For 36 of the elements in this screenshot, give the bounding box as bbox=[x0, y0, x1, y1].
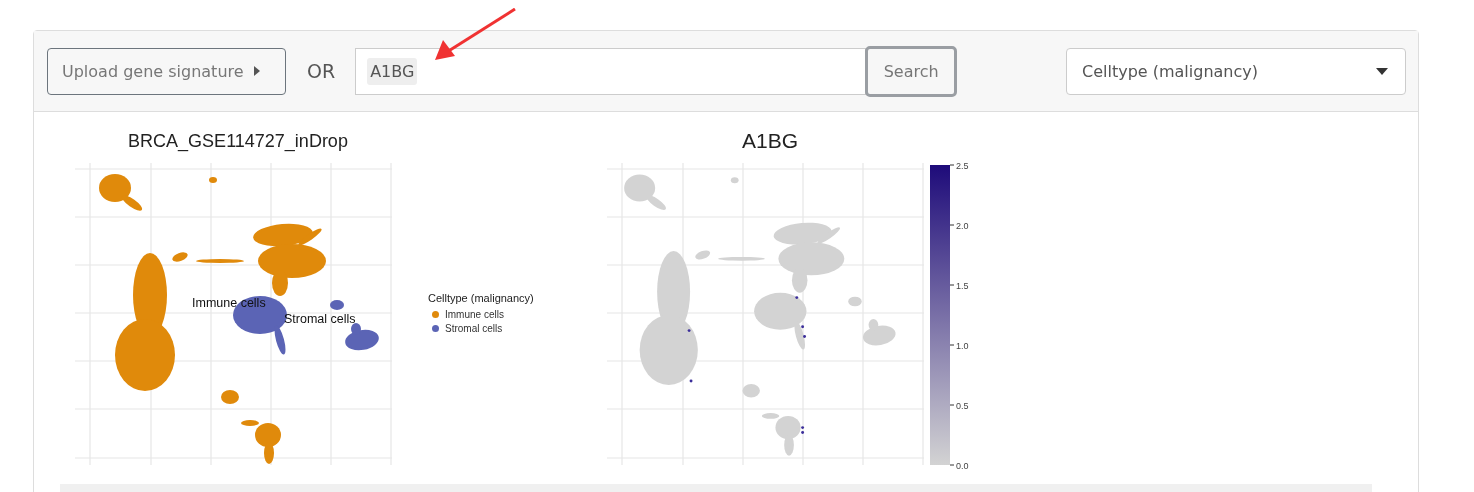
cell-cluster bbox=[330, 300, 344, 310]
upload-button[interactable]: Upload gene signature bbox=[47, 47, 286, 95]
cell-cluster bbox=[742, 383, 760, 398]
search-button[interactable]: Search bbox=[865, 45, 958, 97]
legend-label: Stromal cells bbox=[445, 322, 503, 334]
cell-cluster bbox=[730, 177, 739, 184]
cell-cluster bbox=[718, 256, 765, 261]
search-field[interactable]: A1BG bbox=[355, 47, 867, 95]
dropdown[interactable]: Celltype (malignancy) bbox=[1066, 47, 1406, 95]
tick-label: 1.5 bbox=[956, 281, 969, 291]
tick-label: 0.5 bbox=[956, 401, 969, 411]
plot-title: BRCA_GSE114727_inDrop bbox=[128, 130, 348, 152]
caret-icon bbox=[253, 66, 260, 76]
search-tag: A1BG bbox=[367, 57, 418, 85]
cell-cluster bbox=[221, 390, 239, 404]
expressing-cell-dot bbox=[803, 334, 806, 338]
expressing-cell-dot bbox=[795, 296, 799, 300]
tick-label: 1.0 bbox=[956, 341, 969, 351]
expressing-cell-dot bbox=[687, 329, 691, 333]
tick-label: 2.5 bbox=[956, 161, 969, 171]
caret-icon bbox=[1376, 67, 1388, 75]
expressing-cell-dot bbox=[689, 379, 693, 383]
or-label: OR bbox=[307, 60, 336, 82]
cell-cluster bbox=[172, 252, 188, 262]
cell-cluster bbox=[196, 259, 244, 263]
legend-title: Celltype (malignancy) bbox=[428, 292, 534, 304]
cluster-label: Immune cells bbox=[192, 296, 266, 310]
cluster-label: Stromal cells bbox=[284, 312, 356, 326]
expressing-cell-dot bbox=[801, 325, 805, 329]
cell-cluster bbox=[695, 250, 711, 260]
tick-label: 2.0 bbox=[956, 221, 969, 231]
legend-label: Immune cells bbox=[445, 308, 504, 320]
plot-title: A1BG bbox=[742, 130, 798, 152]
cell-cluster bbox=[848, 296, 862, 307]
tick-label: 0.0 bbox=[956, 461, 969, 471]
cell-cluster bbox=[209, 177, 217, 183]
